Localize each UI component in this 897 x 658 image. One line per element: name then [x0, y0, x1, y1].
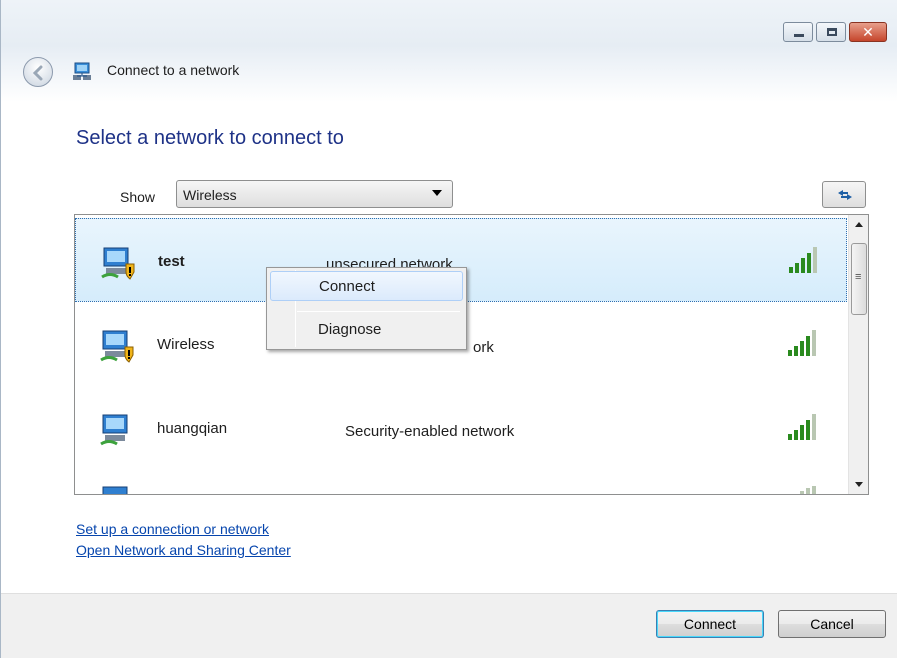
signal-strength-icon [800, 486, 816, 494]
close-button[interactable]: ✕ [849, 22, 887, 42]
scroll-down-button[interactable] [849, 476, 868, 494]
network-icon [73, 62, 91, 80]
page-title: Select a network to connect to [76, 127, 344, 149]
show-label: Show [120, 189, 156, 205]
signal-strength-icon [788, 414, 816, 440]
minimize-button[interactable] [783, 22, 813, 42]
menu-item-connect[interactable]: Connect [270, 271, 463, 301]
wireless-network-icon [101, 247, 135, 280]
wireless-network-icon [100, 414, 128, 446]
signal-strength-icon [789, 247, 817, 273]
chevron-down-icon [432, 190, 442, 196]
back-button[interactable] [23, 57, 53, 87]
wireless-network-icon [100, 330, 134, 363]
close-icon: ✕ [862, 24, 874, 40]
titlebar [1, 0, 897, 102]
maximize-icon [827, 28, 837, 36]
menu-separator [297, 311, 460, 312]
list-scrollbar[interactable] [848, 215, 868, 494]
wireless-network-icon [102, 486, 128, 494]
network-row-huangqian[interactable]: huangqian Security-enabled network [75, 386, 847, 470]
menu-item-diagnose[interactable]: Diagnose [270, 315, 463, 345]
connect-button[interactable]: Connect [656, 610, 764, 638]
network-security: Security-enabled network [345, 423, 515, 440]
scroll-up-button[interactable] [849, 215, 868, 233]
refresh-button[interactable] [822, 181, 866, 208]
window-controls: ✕ [783, 22, 887, 42]
show-dropdown-value: Wireless [183, 187, 237, 203]
network-list: test unsecured network Wireless ork huan… [74, 214, 869, 495]
back-arrow-icon [32, 65, 43, 81]
scroll-thumb[interactable] [851, 243, 867, 315]
show-dropdown[interactable]: Wireless [176, 180, 453, 208]
network-name: test [158, 253, 185, 270]
network-name: Wireless [157, 336, 215, 353]
setup-connection-link[interactable]: Set up a connection or network [76, 521, 269, 537]
minimize-icon [794, 34, 804, 37]
cancel-button[interactable]: Cancel [778, 610, 886, 638]
refresh-icon [838, 190, 852, 200]
network-row-partial[interactable] [75, 470, 847, 494]
sharing-center-link[interactable]: Open Network and Sharing Center [76, 542, 291, 558]
signal-strength-icon [788, 330, 816, 356]
maximize-button[interactable] [816, 22, 846, 42]
window-title: Connect to a network [107, 62, 240, 78]
network-security: ork [473, 339, 494, 356]
context-menu: Connect Diagnose [266, 267, 467, 350]
connect-network-window: ✕ Connect to a network Select a network … [0, 0, 897, 658]
network-name: huangqian [157, 420, 228, 437]
dialog-footer: Connect Cancel [1, 593, 897, 658]
